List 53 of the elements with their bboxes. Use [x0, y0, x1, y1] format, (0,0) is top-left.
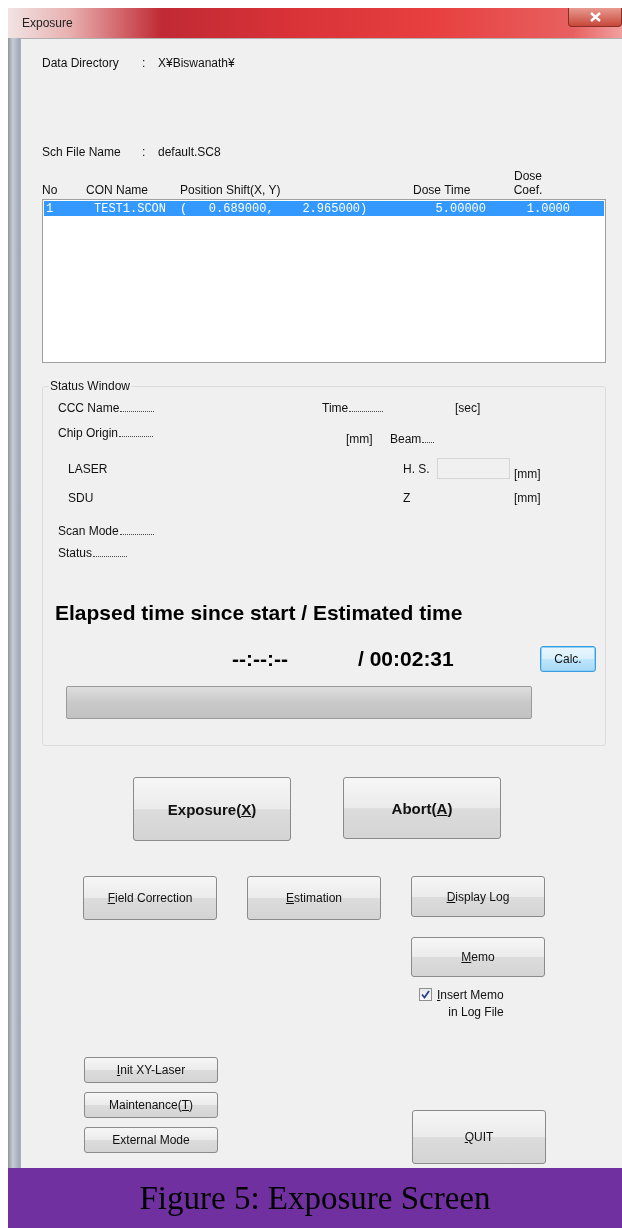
- display-log-button[interactable]: Display Log: [411, 876, 545, 917]
- checkbox-label: Insert Memo in Log File: [437, 987, 504, 1021]
- memo-button[interactable]: Memo: [411, 937, 545, 977]
- checkbox[interactable]: [419, 988, 432, 1001]
- init-xy-laser-button[interactable]: Init XY-Laser: [84, 1057, 218, 1083]
- column-header: No: [42, 183, 59, 197]
- data-directory-value: X¥Biswanath¥: [158, 56, 235, 70]
- unit-label: [sec]: [455, 401, 481, 415]
- elapsed-time: --:--:--: [232, 647, 289, 671]
- field-label: CCC Name: [58, 401, 120, 415]
- field-label: H. S.: [403, 461, 431, 476]
- field-label: Chip Origin: [58, 426, 119, 440]
- unit-label: [mm]: [514, 465, 541, 481]
- close-button[interactable]: [568, 8, 622, 27]
- estimation-button[interactable]: Estimation: [247, 876, 381, 920]
- figure-caption: Figure 5: Exposure Screen: [8, 1168, 622, 1228]
- field-label: Scan Mode: [58, 524, 119, 538]
- field-correction-button[interactable]: Field Correction: [83, 876, 217, 920]
- sch-file-value: default.SC8: [158, 145, 221, 159]
- input-field[interactable]: [437, 458, 510, 479]
- unit-label: [mm]: [346, 431, 374, 446]
- sch-file-label: Sch File Name: [42, 145, 122, 159]
- field-label: Z: [403, 491, 412, 505]
- separator-colon: :: [142, 56, 147, 70]
- column-header: Dose Time: [413, 183, 472, 197]
- close-icon: [589, 12, 601, 22]
- separator-colon: :: [142, 145, 147, 159]
- data-directory-label: Data Directory: [42, 56, 120, 70]
- field-label: SDU: [68, 491, 95, 505]
- table-cell-text: ( 0.689000, 2.965000): [180, 201, 369, 216]
- estimated-time: / 00:02:31: [358, 647, 455, 671]
- column-header: CON Name: [86, 183, 149, 197]
- window-title: Exposure: [21, 16, 73, 30]
- table-cell-text: 1: [46, 201, 55, 216]
- quit-button[interactable]: QUIT: [412, 1110, 546, 1164]
- table-cell-text: 1.0000: [525, 201, 570, 216]
- table-cell-text: 5.00000: [434, 201, 486, 216]
- field-label: Status: [58, 546, 93, 560]
- group-label: Status Window: [49, 379, 132, 393]
- exposure-button[interactable]: Exposure(X): [133, 777, 291, 841]
- calc-button[interactable]: Calc.: [540, 646, 596, 672]
- timer-heading: Elapsed time since start / Estimated time: [55, 600, 464, 626]
- column-header: Position Shift(X, Y): [180, 183, 282, 197]
- check-icon: [421, 990, 430, 999]
- unit-label: [mm]: [514, 491, 541, 505]
- abort-button[interactable]: Abort(A): [343, 777, 501, 839]
- table-cell-text: TEST1.SCON: [94, 201, 167, 216]
- field-label: LASER: [68, 461, 109, 476]
- external-mode-button[interactable]: External Mode: [84, 1127, 218, 1153]
- column-header: Dose Coef.: [512, 169, 544, 197]
- maintenance-button[interactable]: Maintenance(T): [84, 1092, 218, 1118]
- field-label: Time: [322, 401, 349, 415]
- field-label: Beam: [390, 432, 422, 446]
